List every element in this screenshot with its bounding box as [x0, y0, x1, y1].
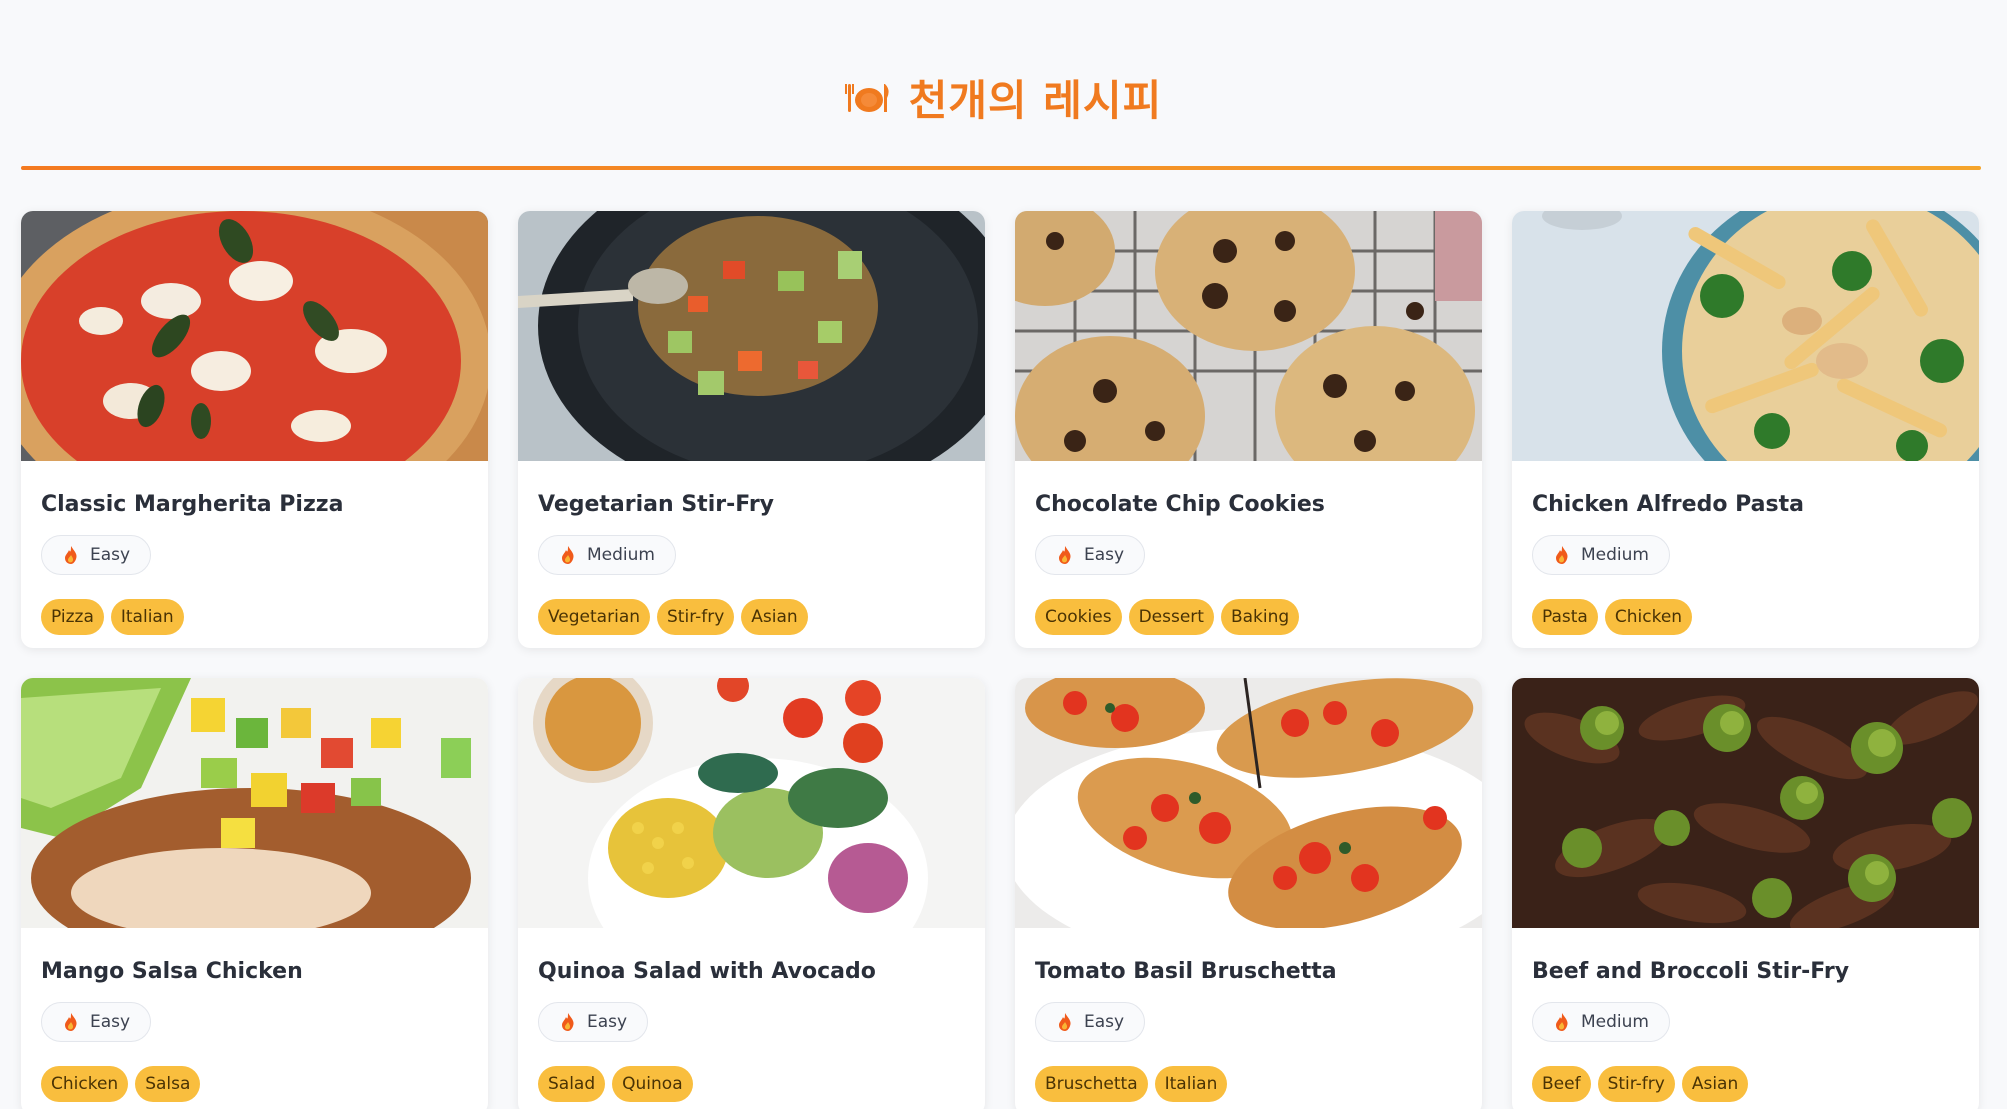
tag[interactable]: Chicken	[41, 1066, 129, 1102]
flame-icon	[1059, 1013, 1071, 1031]
difficulty-label: Medium	[1581, 545, 1649, 565]
recipe-card[interactable]: Tomato Basil Bruschetta Easy Bruschetta …	[1015, 678, 1482, 1109]
recipe-card[interactable]: Vegetarian Stir-Fry Medium Vegetarian St…	[518, 211, 985, 648]
bruschetta-photo	[1015, 678, 1482, 928]
difficulty-label: Medium	[587, 545, 655, 565]
difficulty-label: Easy	[587, 1012, 628, 1032]
pasta-photo	[1512, 211, 1979, 461]
flame-icon	[1059, 546, 1071, 564]
tag[interactable]: Bruschetta	[1035, 1066, 1148, 1102]
difficulty-badge: Easy	[41, 535, 152, 575]
flame-icon	[562, 1013, 574, 1031]
difficulty-badge: Medium	[1532, 1002, 1670, 1042]
tag[interactable]: Chicken	[1604, 599, 1693, 635]
flame-icon	[1556, 1013, 1568, 1031]
difficulty-label: Easy	[1084, 1012, 1125, 1032]
recipe-card[interactable]: Chicken Alfredo Pasta Medium Pasta Chick…	[1512, 211, 1979, 648]
recipe-title: Beef and Broccoli Stir-Fry	[1532, 959, 1850, 984]
card-body: Mango Salsa Chicken Easy Chicken Salsa	[21, 958, 488, 1102]
tag-list: Chicken Salsa	[41, 1066, 468, 1102]
tag[interactable]: Baking	[1220, 599, 1300, 635]
tag[interactable]: Pizza	[41, 599, 104, 635]
recipe-page: 천개의 레시피 Classic Margherita Pizza Easy Pi…	[0, 0, 2007, 1109]
flame-icon	[1556, 546, 1568, 564]
recipe-card[interactable]: Beef and Broccoli Stir-Fry Medium Beef S…	[1512, 678, 1979, 1109]
card-body: Quinoa Salad with Avocado Easy Salad Qui…	[518, 958, 985, 1102]
card-body: Classic Margherita Pizza Easy Pizza Ital…	[21, 491, 488, 635]
stir-fry-photo	[518, 211, 985, 461]
flame-icon	[65, 1013, 77, 1031]
recipe-title: Quinoa Salad with Avocado	[538, 959, 876, 984]
tag[interactable]: Italian	[110, 599, 184, 635]
recipe-title: Chicken Alfredo Pasta	[1532, 492, 1804, 517]
difficulty-label: Easy	[1084, 545, 1125, 565]
difficulty-badge: Easy	[538, 1002, 649, 1042]
page-header: 천개의 레시피	[0, 62, 2007, 132]
recipe-title: Classic Margherita Pizza	[41, 492, 344, 517]
tag-list: Bruschetta Italian	[1035, 1066, 1462, 1102]
beef-broccoli-photo	[1512, 678, 1979, 928]
difficulty-label: Medium	[1581, 1012, 1649, 1032]
flame-icon	[562, 546, 574, 564]
tag[interactable]: Salsa	[135, 1066, 201, 1102]
salad-photo	[518, 678, 985, 928]
difficulty-badge: Medium	[538, 535, 676, 575]
recipe-title: Vegetarian Stir-Fry	[538, 492, 775, 517]
tag[interactable]: Stir-fry	[657, 599, 735, 635]
card-body: Vegetarian Stir-Fry Medium Vegetarian St…	[518, 491, 985, 635]
tag[interactable]: Pasta	[1532, 599, 1598, 635]
tag-list: Beef Stir-fry Asian	[1532, 1066, 1959, 1102]
pizza-photo	[21, 211, 488, 461]
flame-icon	[65, 546, 77, 564]
tag-list: Cookies Dessert Baking	[1035, 599, 1462, 635]
plate-utensils-icon	[844, 84, 889, 112]
page-title: 천개의 레시피	[908, 75, 1163, 125]
tag-list: Pizza Italian	[41, 599, 468, 635]
recipe-grid: Classic Margherita Pizza Easy Pizza Ital…	[21, 211, 1981, 1109]
recipe-card[interactable]: Classic Margherita Pizza Easy Pizza Ital…	[21, 211, 488, 648]
recipe-title: Tomato Basil Bruschetta	[1035, 959, 1337, 984]
recipe-title: Chocolate Chip Cookies	[1035, 492, 1325, 517]
salsa-chicken-photo	[21, 678, 488, 928]
cookies-photo	[1015, 211, 1482, 461]
card-body: Chocolate Chip Cookies Easy Cookies Dess…	[1015, 491, 1482, 635]
tag-list: Salad Quinoa	[538, 1066, 965, 1102]
difficulty-badge: Easy	[41, 1002, 152, 1042]
tag[interactable]: Stir-fry	[1597, 1066, 1675, 1102]
tag[interactable]: Vegetarian	[538, 599, 651, 635]
tag[interactable]: Beef	[1532, 1066, 1591, 1102]
tag[interactable]: Dessert	[1128, 599, 1214, 635]
tag[interactable]: Asian	[741, 599, 808, 635]
difficulty-badge: Easy	[1035, 1002, 1146, 1042]
recipe-card[interactable]: Quinoa Salad with Avocado Easy Salad Qui…	[518, 678, 985, 1109]
recipe-card[interactable]: Chocolate Chip Cookies Easy Cookies Dess…	[1015, 211, 1482, 648]
difficulty-label: Easy	[90, 1012, 131, 1032]
tag[interactable]: Italian	[1154, 1066, 1228, 1102]
difficulty-badge: Medium	[1532, 535, 1670, 575]
tag[interactable]: Cookies	[1035, 599, 1122, 635]
recipe-card[interactable]: Mango Salsa Chicken Easy Chicken Salsa	[21, 678, 488, 1109]
tag-list: Vegetarian Stir-fry Asian	[538, 599, 965, 635]
card-body: Chicken Alfredo Pasta Medium Pasta Chick…	[1512, 491, 1979, 635]
difficulty-badge: Easy	[1035, 535, 1146, 575]
header-divider	[21, 166, 1981, 170]
tag-list: Pasta Chicken	[1532, 599, 1959, 635]
tag[interactable]: Salad	[538, 1066, 606, 1102]
tag[interactable]: Asian	[1681, 1066, 1749, 1102]
tag[interactable]: Quinoa	[612, 1066, 693, 1102]
difficulty-label: Easy	[90, 545, 131, 565]
card-body: Tomato Basil Bruschetta Easy Bruschetta …	[1015, 958, 1482, 1102]
card-body: Beef and Broccoli Stir-Fry Medium Beef S…	[1512, 958, 1979, 1102]
recipe-title: Mango Salsa Chicken	[41, 959, 303, 984]
